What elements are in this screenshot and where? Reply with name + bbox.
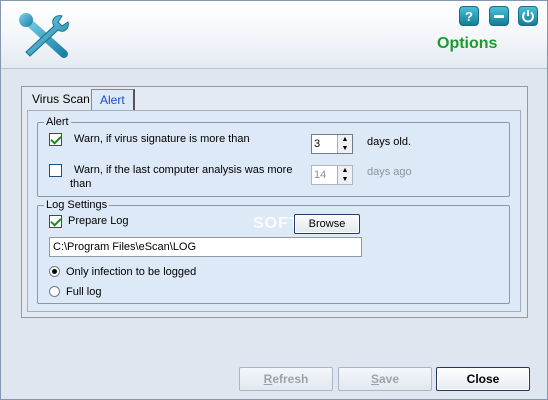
power-icon	[522, 10, 534, 23]
only-infection-radio[interactable]	[49, 266, 60, 277]
help-button[interactable]: ?	[459, 6, 479, 26]
alert-group-legend: Alert	[46, 116, 69, 128]
prepare-log-label: Prepare Log	[68, 215, 129, 227]
refresh-mnemonic: R	[263, 372, 273, 386]
minimize-icon	[494, 15, 504, 18]
page-title: Options	[437, 35, 498, 52]
browse-button[interactable]: Browse	[294, 214, 360, 234]
stepper-up-icon: ▲	[341, 167, 349, 174]
analysis-days-suffix: days ago	[367, 166, 412, 178]
stepper-down-icon: ▼	[341, 176, 349, 183]
signature-days-suffix: days old.	[367, 136, 412, 148]
log-path-input[interactable]	[49, 237, 362, 257]
power-button[interactable]	[518, 6, 538, 26]
only-infection-label: Only infection to be logged	[66, 266, 197, 278]
analysis-days-stepper: ▲ ▼	[311, 165, 353, 185]
stepper-down-icon[interactable]: ▼	[338, 144, 352, 153]
warn-analysis-checkbox[interactable]	[49, 164, 62, 177]
refresh-button[interactable]: Refresh	[239, 367, 333, 391]
log-settings-legend: Log Settings	[46, 199, 108, 211]
tab-virus-scan[interactable]: Virus Scan	[24, 89, 98, 110]
minimize-button[interactable]	[489, 6, 509, 26]
tools-icon	[19, 13, 69, 58]
alert-group: Alert	[37, 116, 510, 197]
signature-days-input[interactable]	[314, 137, 336, 151]
prepare-log-checkbox[interactable]	[49, 215, 62, 228]
stepper-up-icon[interactable]: ▲	[338, 135, 352, 144]
warn-signature-label: Warn, if virus signature is more than	[74, 133, 250, 145]
save-button[interactable]: Save	[338, 367, 432, 391]
help-icon: ?	[465, 9, 473, 24]
header-bar: ? Options	[1, 1, 547, 69]
analysis-days-input	[314, 168, 336, 182]
warn-analysis-label-line1: Warn, if the last computer analysis was …	[74, 164, 293, 176]
signature-days-stepper[interactable]: ▲ ▼	[311, 134, 353, 154]
close-button[interactable]: Close	[436, 367, 530, 391]
save-label: ave	[378, 372, 400, 386]
full-log-label: Full log	[66, 286, 102, 298]
refresh-label: efresh	[272, 372, 309, 386]
save-mnemonic: S	[370, 372, 379, 386]
warn-signature-checkbox[interactable]	[49, 133, 62, 146]
tab-alert[interactable]: Alert	[91, 89, 135, 110]
full-log-radio[interactable]	[49, 286, 60, 297]
warn-analysis-label-line2: than	[70, 178, 92, 190]
